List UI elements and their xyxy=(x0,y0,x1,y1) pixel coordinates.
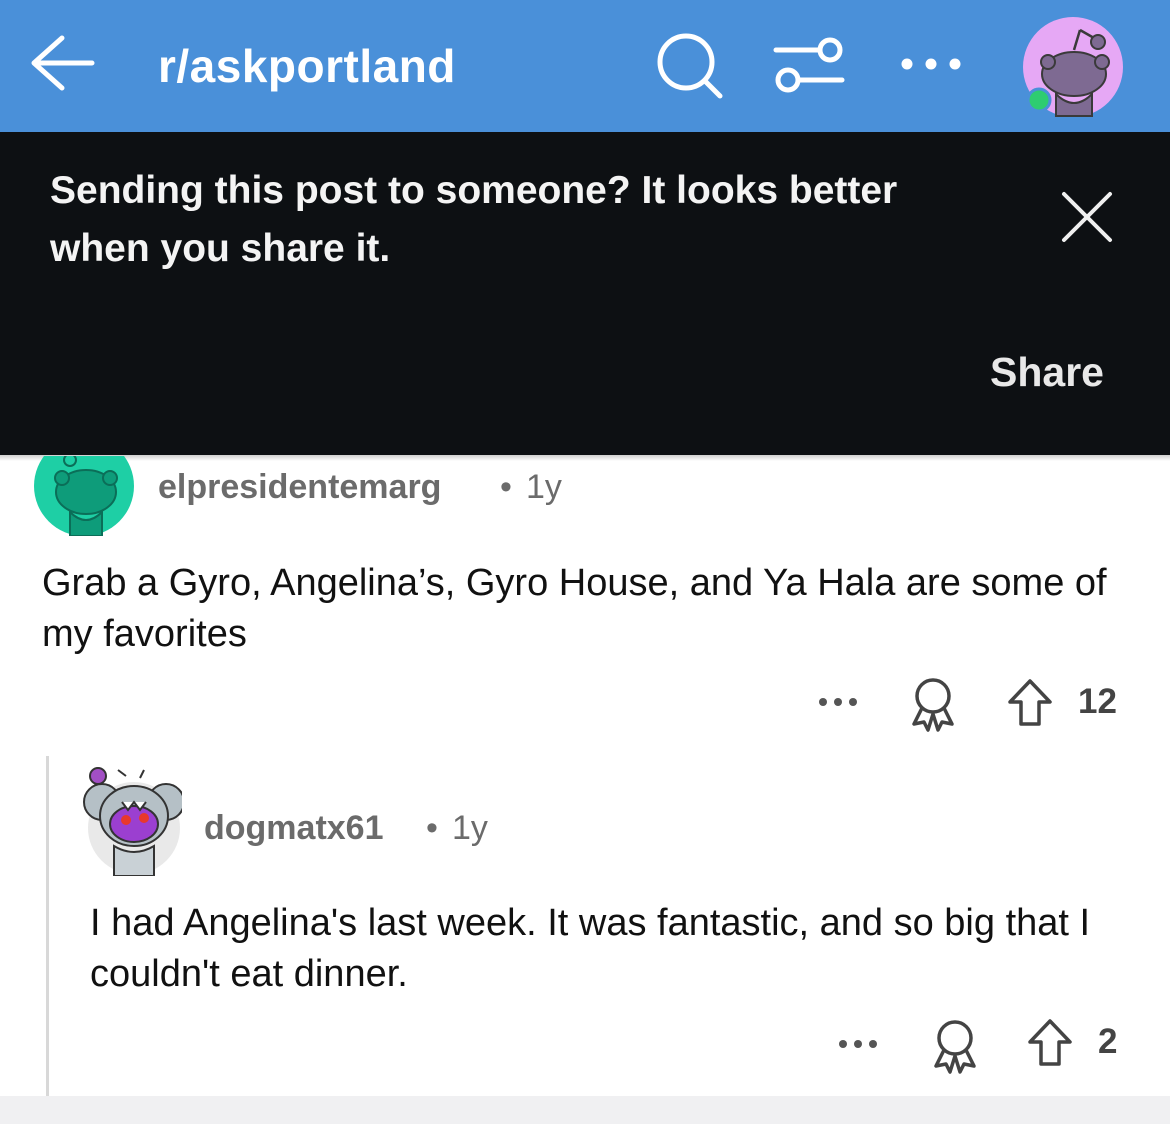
comment-body: I had Angelina's last week. It was fanta… xyxy=(90,902,1091,995)
comment-age: 1y xyxy=(526,468,562,506)
vote-count: 12 xyxy=(1078,682,1117,721)
meta-separator: • xyxy=(426,809,438,847)
commenter-avatar[interactable] xyxy=(34,440,134,536)
thread-line[interactable] xyxy=(46,756,49,1096)
subreddit-title[interactable]: r/askportland xyxy=(158,36,456,96)
comment-age: 1y xyxy=(452,809,488,847)
more-options-icon[interactable] xyxy=(896,44,966,84)
bottom-divider xyxy=(0,1096,1170,1124)
comment-more-icon[interactable] xyxy=(816,692,860,712)
back-arrow-icon[interactable] xyxy=(26,32,96,94)
filter-icon[interactable] xyxy=(770,34,846,96)
commenter-avatar[interactable] xyxy=(82,762,185,877)
user-avatar[interactable] xyxy=(1022,16,1124,118)
award-icon[interactable] xyxy=(930,1018,980,1074)
banner-shadow xyxy=(0,455,1170,461)
vote-count: 2 xyxy=(1098,1022,1118,1061)
award-icon[interactable] xyxy=(908,676,958,732)
comment-body: Grab a Gyro, Angelina’s, Gyro House, and… xyxy=(42,562,1107,655)
comment-username[interactable]: dogmatx61 xyxy=(204,806,384,850)
meta-separator: • xyxy=(500,468,512,506)
comment-username[interactable]: elpresidentemarg xyxy=(158,465,441,509)
upvote-icon[interactable] xyxy=(1006,678,1054,728)
search-icon[interactable] xyxy=(652,30,728,100)
share-banner-message: Sending this post to someone? It looks b… xyxy=(50,169,898,270)
comment-more-icon[interactable] xyxy=(836,1034,880,1054)
close-icon[interactable] xyxy=(1058,188,1116,246)
upvote-icon[interactable] xyxy=(1026,1018,1074,1068)
share-button[interactable]: Share xyxy=(990,344,1104,400)
